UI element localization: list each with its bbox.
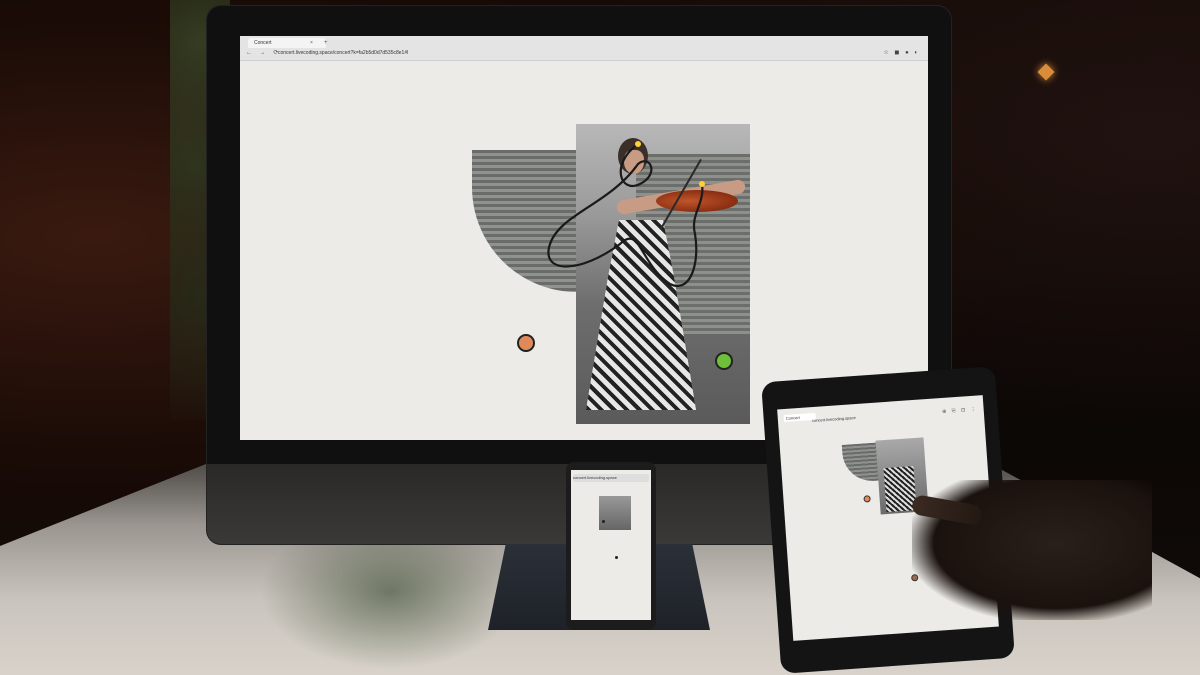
- tablet-orange-dot[interactable]: [863, 495, 871, 503]
- green-dot[interactable]: [715, 352, 733, 370]
- ink-scribble: [547, 141, 705, 287]
- extension-icons[interactable]: ☆ ◼ ● ◐: [883, 49, 920, 58]
- phone-violinist-photo: [599, 496, 631, 530]
- tablet-toolbar-icons[interactable]: ⊕ ⎘ ⊡ ⋮: [942, 405, 978, 415]
- navigation-icons[interactable]: ← → ⟳: [246, 49, 281, 58]
- phone-address-bar[interactable]: concert.livecoding.space: [573, 474, 649, 482]
- phone-dot-1[interactable]: [602, 520, 605, 523]
- orange-dot[interactable]: [517, 334, 535, 352]
- desk-reflection: [260, 540, 520, 670]
- new-tab-icon[interactable]: +: [324, 39, 328, 47]
- browser-chrome: Concert × + ← → ⟳ concert.livecoding.spa…: [240, 36, 928, 61]
- tablet-address-bar[interactable]: concert.livecoding.space: [812, 409, 932, 425]
- tab-title: Concert: [254, 40, 272, 46]
- phone-screen: concert.livecoding.space: [571, 470, 651, 620]
- address-bar[interactable]: concert.livecoding.space/concert?k=fa2b5…: [278, 49, 878, 58]
- phone-dot-2[interactable]: [615, 556, 618, 559]
- browser-tab[interactable]: Concert: [248, 38, 326, 48]
- tab-close-icon[interactable]: ×: [310, 38, 313, 48]
